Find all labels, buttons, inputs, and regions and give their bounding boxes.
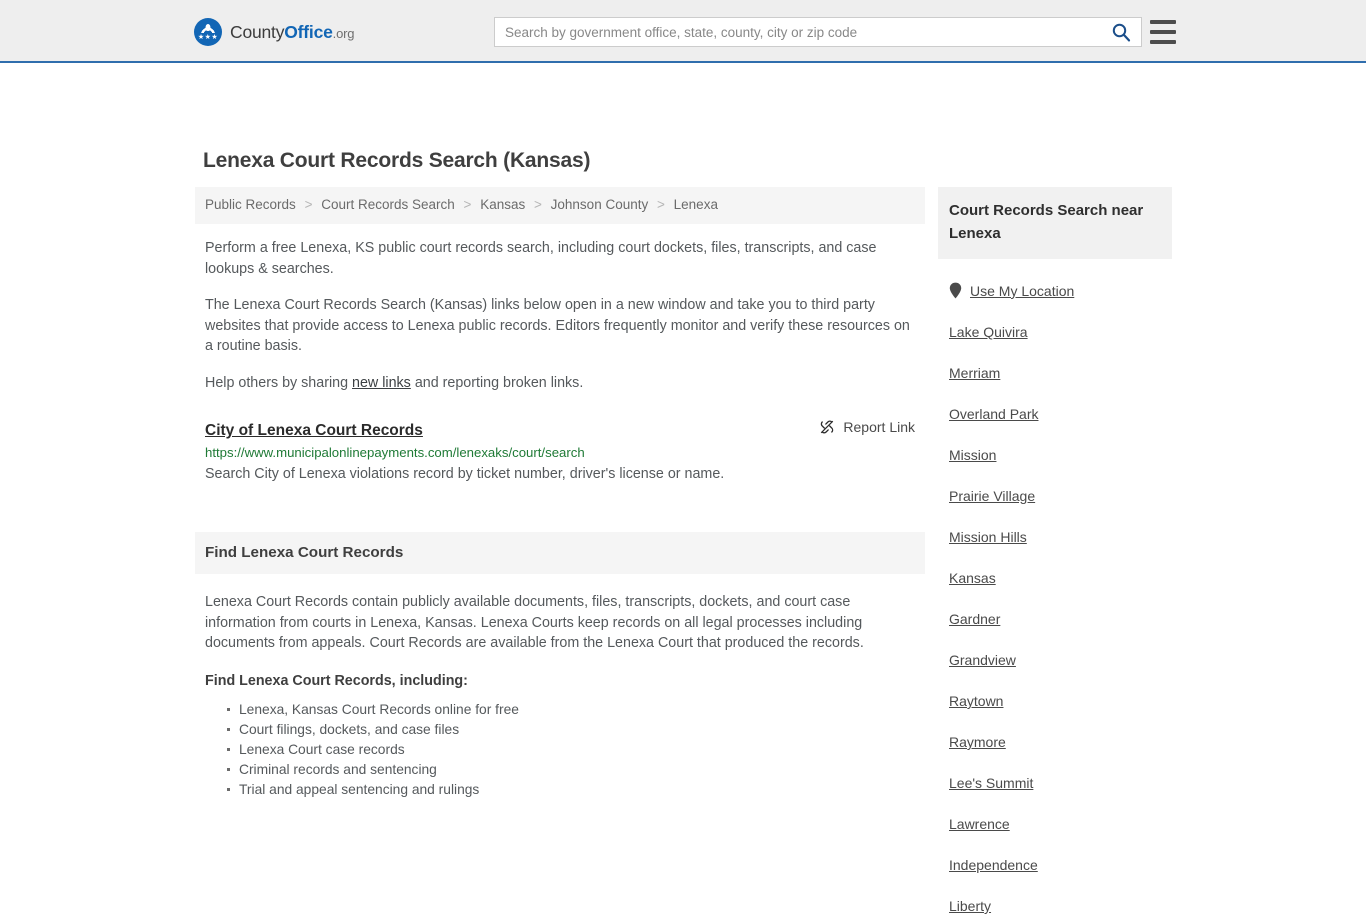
sidebar-item-raytown[interactable]: Raytown: [949, 693, 1161, 709]
find-records-subheading: Find Lenexa Court Records, including:: [205, 672, 468, 689]
intro-paragraph-3: Help others by sharing new links and rep…: [205, 373, 915, 394]
hamburger-menu-button[interactable]: [1150, 20, 1176, 44]
list-item: Lenexa Court case records: [227, 740, 915, 760]
find-records-section-body: Lenexa Court Records contain publicly av…: [195, 592, 925, 800]
breadcrumb-separator: >: [534, 197, 542, 212]
sidebar-item-independence[interactable]: Independence: [949, 857, 1161, 873]
map-pin-icon: [949, 282, 962, 299]
result-url[interactable]: https://www.municipalonlinepayments.com/…: [205, 445, 915, 460]
result-item: City of Lenexa Court Records Report Link…: [195, 419, 925, 484]
sidebar-item-lees-summit[interactable]: Lee's Summit: [949, 775, 1161, 791]
sidebar-item-mission[interactable]: Mission: [949, 447, 1161, 463]
find-records-paragraph: Lenexa Court Records contain publicly av…: [205, 594, 864, 651]
main-content-column: Public Records > Court Records Search > …: [195, 187, 925, 800]
list-item: Trial and appeal sentencing and rulings: [227, 780, 915, 800]
search-button[interactable]: [1101, 18, 1141, 46]
intro-paragraph-2: The Lenexa Court Records Search (Kansas)…: [205, 297, 910, 354]
breadcrumb-separator: >: [304, 197, 313, 212]
breadcrumb-separator: >: [463, 197, 472, 212]
broken-link-icon: [821, 420, 834, 434]
menu-bar-1: [1150, 20, 1176, 24]
find-records-section-heading: Find Lenexa Court Records: [195, 532, 925, 574]
intro-text-before: Help others by sharing: [205, 374, 353, 391]
brand-part-office: Office: [284, 21, 333, 42]
intro-section: Perform a free Lenexa, KS public court r…: [195, 238, 925, 393]
result-header-row: City of Lenexa Court Records Report Link: [205, 419, 915, 440]
sidebar-item-liberty[interactable]: Liberty: [949, 898, 1161, 914]
page-title: Lenexa Court Records Search (Kansas): [203, 149, 591, 172]
menu-bar-3: [1150, 40, 1176, 44]
site-header: ★★★ CountyOffice.org: [0, 0, 1366, 63]
menu-bar-2: [1150, 30, 1176, 34]
report-link-button[interactable]: Report Link: [819, 419, 915, 435]
sidebar-item-overland-park[interactable]: Overland Park: [949, 406, 1161, 422]
breadcrumb-item-lenexa[interactable]: Lenexa: [674, 197, 718, 212]
new-links-link[interactable]: new links: [352, 375, 411, 391]
breadcrumb-item-public-records[interactable]: Public Records: [205, 197, 296, 212]
site-logo-link[interactable]: ★★★ CountyOffice.org: [194, 18, 354, 46]
sidebar-heading: Court Records Search near Lenexa: [938, 187, 1172, 259]
find-records-bullet-list: Lenexa, Kansas Court Records online for …: [205, 700, 915, 800]
breadcrumb-item-kansas[interactable]: Kansas: [480, 197, 525, 212]
sidebar: Court Records Search near Lenexa Use My …: [938, 187, 1172, 914]
report-link-label: Report Link: [843, 419, 915, 435]
sidebar-item-raymore[interactable]: Raymore: [949, 734, 1161, 750]
eagle-shield-logo-icon: ★★★: [194, 18, 222, 46]
intro-text-after: and reporting broken links.: [410, 374, 584, 391]
sidebar-item-kansas[interactable]: Kansas: [949, 570, 1161, 586]
sidebar-item-lake-quivira[interactable]: Lake Quivira: [949, 324, 1161, 340]
brand-part-org: .org: [332, 25, 355, 41]
search-input[interactable]: [495, 18, 1101, 46]
search-icon: [1112, 23, 1131, 42]
brand-wordmark: CountyOffice.org: [230, 22, 354, 43]
use-my-location-link[interactable]: Use My Location: [970, 283, 1074, 299]
intro-paragraph-1: Perform a free Lenexa, KS public court r…: [205, 240, 877, 277]
search-bar: [494, 17, 1142, 47]
brand-part-county: County: [230, 21, 285, 42]
sidebar-item-gardner[interactable]: Gardner: [949, 611, 1161, 627]
use-my-location-row[interactable]: Use My Location: [949, 282, 1161, 299]
breadcrumb-item-court-records-search[interactable]: Court Records Search: [321, 197, 455, 212]
list-item: Court filings, dockets, and case files: [227, 720, 915, 740]
list-item: Lenexa, Kansas Court Records online for …: [227, 700, 915, 720]
sidebar-item-lawrence[interactable]: Lawrence: [949, 816, 1161, 832]
result-title-link[interactable]: City of Lenexa Court Records: [205, 422, 423, 440]
sidebar-item-prairie-village[interactable]: Prairie Village: [949, 488, 1161, 504]
breadcrumb-separator: >: [657, 197, 665, 212]
breadcrumb-item-johnson-county[interactable]: Johnson County: [551, 197, 649, 212]
sidebar-item-grandview[interactable]: Grandview: [949, 652, 1161, 668]
breadcrumb: Public Records > Court Records Search > …: [195, 187, 925, 224]
sidebar-item-merriam[interactable]: Merriam: [949, 365, 1161, 381]
sidebar-item-mission-hills[interactable]: Mission Hills: [949, 529, 1161, 545]
list-item: Criminal records and sentencing: [227, 760, 915, 780]
sidebar-link-list: Use My Location Lake Quivira Merriam Ove…: [938, 282, 1172, 914]
result-description: Search City of Lenexa violations record …: [205, 466, 725, 482]
